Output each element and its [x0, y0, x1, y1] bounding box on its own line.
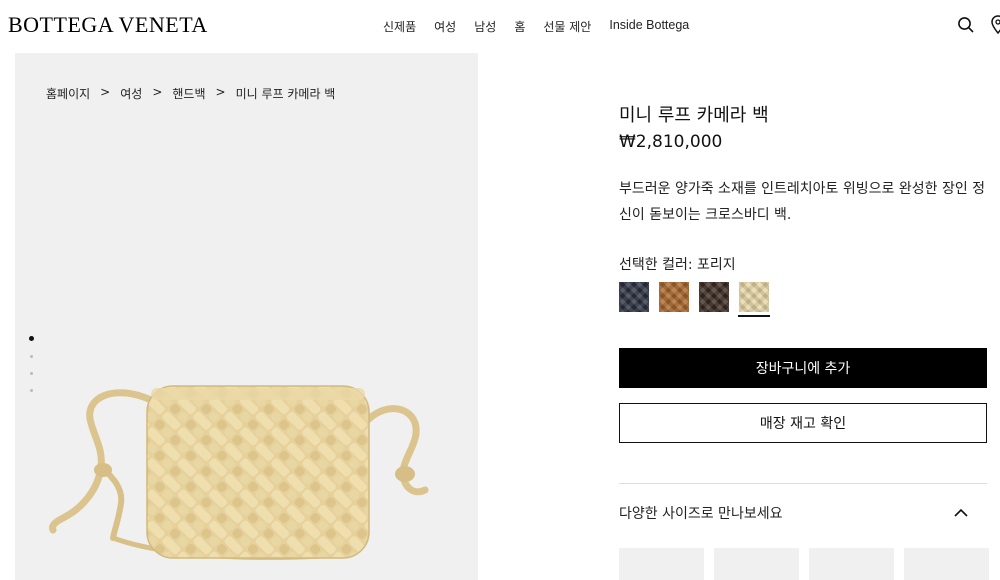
nav-item-men[interactable]: 남성 — [474, 18, 496, 35]
breadcrumb-handbags[interactable]: 핸드백 — [172, 85, 205, 102]
breadcrumb-home[interactable]: 홈페이지 — [46, 85, 90, 102]
nav-item-inside-bottega[interactable]: Inside Bottega — [609, 18, 689, 35]
size-thumbnail[interactable] — [809, 548, 894, 580]
product-image-gallery[interactable]: 홈페이지 > 여성 > 핸드백 > 미니 루프 카메라 백 — [15, 53, 478, 580]
add-to-cart-button[interactable]: 장바구니에 추가 — [619, 348, 987, 388]
breadcrumb-women[interactable]: 여성 — [120, 85, 142, 102]
breadcrumb-separator: > — [100, 85, 111, 99]
nav-item-women[interactable]: 여성 — [434, 18, 456, 35]
gallery-dot[interactable] — [30, 355, 33, 358]
breadcrumb-separator: > — [215, 85, 226, 99]
nav-item-new[interactable]: 신제품 — [383, 18, 416, 35]
site-header: BOTTEGA VENETA 신제품 여성 남성 홈 선물 제안 Inside … — [0, 0, 1000, 52]
color-swatch-brown[interactable] — [699, 282, 729, 312]
header-icons — [956, 14, 1000, 36]
product-description: 부드러운 양가죽 소재를 인트레치아토 위빙으로 완성한 장인 정신이 돋보이는… — [619, 181, 986, 223]
chevron-up-icon[interactable] — [949, 501, 973, 525]
product-price: ₩2,810,000 — [619, 132, 723, 152]
color-swatch-navy[interactable] — [619, 282, 649, 312]
breadcrumb: 홈페이지 > 여성 > 핸드백 > 미니 루프 카메라 백 — [46, 85, 335, 102]
color-swatch-tan[interactable] — [659, 282, 689, 312]
gallery-dot[interactable] — [30, 389, 33, 392]
sizes-accordion-header[interactable]: 다양한 사이즈로 만나보세요 — [619, 500, 987, 526]
check-store-stock-button[interactable]: 매장 재고 확인 — [619, 403, 987, 443]
size-thumbnails — [619, 548, 989, 580]
breadcrumb-current: 미니 루프 카메라 백 — [235, 87, 336, 101]
nav-item-home[interactable]: 홈 — [514, 18, 525, 35]
breadcrumb-separator: > — [152, 85, 163, 99]
gallery-pagination — [29, 336, 34, 392]
color-swatches — [619, 282, 770, 317]
brand-logo[interactable]: BOTTEGA VENETA — [8, 12, 208, 38]
size-thumbnail[interactable] — [619, 548, 704, 580]
main-nav: 신제품 여성 남성 홈 선물 제안 Inside Bottega — [383, 18, 707, 35]
size-thumbnail[interactable] — [714, 548, 799, 580]
nav-item-gifts[interactable]: 선물 제안 — [543, 18, 591, 35]
gallery-dot[interactable] — [30, 372, 33, 375]
sizes-accordion-label: 다양한 사이즈로 만나보세요 — [619, 506, 783, 522]
search-icon[interactable] — [956, 14, 976, 36]
location-pin-icon[interactable] — [988, 14, 1000, 36]
color-swatch-porridge[interactable] — [738, 282, 770, 317]
product-image — [43, 378, 443, 580]
selected-color-label: 선택한 컬러: 포리지 — [619, 257, 736, 273]
size-thumbnail[interactable] — [904, 548, 989, 580]
product-title: 미니 루프 카메라 백 — [619, 105, 769, 126]
gallery-dot[interactable] — [29, 336, 34, 341]
section-divider — [619, 483, 987, 484]
